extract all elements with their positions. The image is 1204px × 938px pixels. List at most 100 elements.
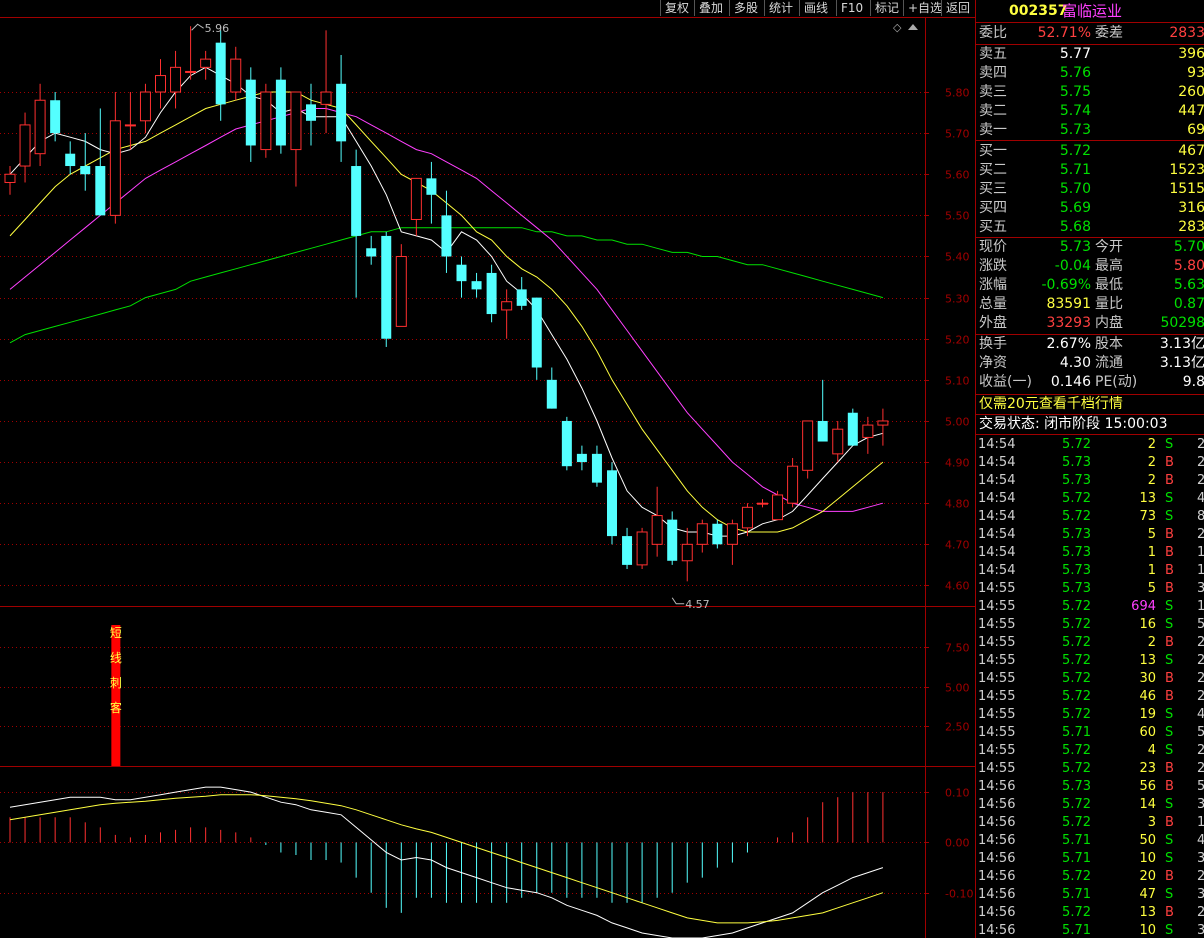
tick-count: 2 <box>1197 634 1204 652</box>
tick-volume: 2 <box>1147 455 1156 470</box>
ask-volume: 447 <box>1178 103 1204 119</box>
tick-side: S <box>1165 725 1174 740</box>
ask-row[interactable]: 卖一 5.73 69 <box>976 121 1204 140</box>
fundamental-value: 3.13亿 <box>1159 355 1204 371</box>
tick-side: S <box>1165 887 1174 902</box>
tick-row: 14:56 5.72 14 S 3 <box>976 796 1204 814</box>
price-tick-label: 5.10 <box>945 375 970 388</box>
tick-volume: 13 <box>1139 653 1156 668</box>
tick-side: S <box>1165 617 1174 632</box>
ask-price: 5.77 <box>1059 46 1091 62</box>
tick-side: S <box>1165 509 1174 524</box>
bid-row[interactable]: 买五 5.68 283 <box>976 218 1204 237</box>
kline-chart[interactable]: 5.80 5.70 5.60 5.50 5.40 5.30 5.20 5.10 5.00 4.90… <box>0 0 975 938</box>
quote-value: -0.69% <box>1041 277 1091 293</box>
tick-side: B <box>1165 545 1174 560</box>
expand-icon[interactable] <box>908 24 918 30</box>
fundamental-label: 股本 <box>1095 336 1123 352</box>
tick-price: 5.71 <box>1062 833 1091 848</box>
candle-body-up <box>395 255 407 327</box>
tick-side: B <box>1165 671 1174 686</box>
weicha-label: 委差 <box>1095 25 1123 41</box>
candle-body-down <box>546 379 557 409</box>
tick-count: 1 <box>1197 562 1204 580</box>
tick-time: 14:55 <box>978 653 1016 668</box>
tick-price: 5.72 <box>1062 599 1091 614</box>
candle-body-up <box>726 523 738 545</box>
quote-label: 最低 <box>1095 277 1123 293</box>
bid-row[interactable]: 买一 5.72 467 <box>976 142 1204 161</box>
ask-row[interactable]: 卖二 5.74 447 <box>976 102 1204 121</box>
tick-row: 14:56 5.73 56 B 5 <box>976 778 1204 796</box>
tick-count: 4 <box>1197 490 1204 508</box>
indicator-tick-label: 7.50 <box>945 642 970 655</box>
candle-body-down <box>471 281 482 290</box>
tick-price: 5.72 <box>1062 617 1091 632</box>
quote-value: -0.04 <box>1054 258 1091 274</box>
tick-side: B <box>1165 869 1174 884</box>
bid-row[interactable]: 买三 5.70 1515 <box>976 180 1204 199</box>
tick-row: 14:545.731B1 <box>976 544 1204 562</box>
tick-count: 1 <box>1197 544 1204 562</box>
candle-body-down <box>336 83 347 142</box>
candle-body-down <box>847 412 858 446</box>
ask-label: 卖二 <box>979 103 1007 119</box>
candle-body-up <box>832 428 844 455</box>
tick-price: 5.72 <box>1062 707 1091 722</box>
fundamental-label: PE(动) <box>1095 374 1138 390</box>
candle-body-up <box>260 91 272 151</box>
candle-body-up <box>802 420 814 471</box>
ask-label: 卖三 <box>979 84 1007 100</box>
indicator-tick-label: 5.00 <box>945 682 970 695</box>
tick-side: B <box>1165 815 1174 830</box>
tick-price: 5.72 <box>1062 743 1091 758</box>
tick-volume: 694 <box>1131 599 1156 614</box>
candle-body-down <box>561 420 572 467</box>
signal-label-char: 线 <box>110 651 122 665</box>
fundamental-value: 2.67% <box>1046 336 1091 352</box>
tick-side: B <box>1165 563 1174 578</box>
tick-side: S <box>1165 437 1174 452</box>
tick-row: 14:54 5.73 5B 2 <box>976 526 1204 544</box>
bid-row[interactable]: 买二 5.71 1523 <box>976 161 1204 180</box>
tick-count: 3 <box>1197 922 1204 938</box>
bid-row[interactable]: 买四 5.69 316 <box>976 199 1204 218</box>
tick-row: 14:56 5.72 3B 1 <box>976 814 1204 832</box>
tick-count: 2 <box>1197 652 1204 670</box>
price-tick-label: 5.30 <box>945 293 970 306</box>
bid-volume: 316 <box>1178 200 1204 216</box>
diamond-icon[interactable]: ◇ <box>893 21 902 34</box>
ma10-line <box>9 91 884 533</box>
stock-name[interactable]: 富临运业 <box>1062 0 1122 22</box>
quote-label: 总量 <box>979 296 1007 312</box>
tick-price: 5.72 <box>1062 869 1091 884</box>
promo-link[interactable]: 仅需20元查看千档行情 <box>979 395 1123 414</box>
tick-side: B <box>1165 905 1174 920</box>
tick-time: 14:56 <box>978 851 1016 866</box>
promo-row[interactable]: 仅需20元查看千档行情 <box>976 395 1204 414</box>
tick-time: 14:56 <box>978 797 1016 812</box>
bid-label: 买三 <box>979 181 1007 197</box>
ask-row[interactable]: 卖三 5.75 260 <box>976 83 1204 102</box>
quote-label: 最高 <box>1095 258 1123 274</box>
tick-price: 5.72 <box>1062 509 1091 524</box>
tick-time: 14:54 <box>978 491 1016 506</box>
candle-body-down <box>426 178 437 195</box>
price-tick-label: 5.50 <box>945 210 970 223</box>
tick-volume: 2 <box>1147 473 1156 488</box>
candle-body-up <box>230 58 242 93</box>
tick-time: 14:56 <box>978 779 1016 794</box>
tick-side: B <box>1165 689 1174 704</box>
tick-row: 14:55 5.73 5B 3 <box>976 580 1204 598</box>
tick-count: 5 <box>1197 616 1204 634</box>
ask-row[interactable]: 卖五 5.77 396 <box>976 45 1204 64</box>
tick-volume: 1 <box>1147 545 1156 560</box>
tick-row: 14:545.722S2 <box>976 436 1204 454</box>
ask-row[interactable]: 卖四 5.76 93 <box>976 64 1204 83</box>
quote-value: 83591 <box>1046 296 1091 312</box>
tick-price: 5.72 <box>1062 689 1091 704</box>
tick-volume: 14 <box>1139 797 1156 812</box>
divider <box>976 434 1204 435</box>
tick-count: 4 <box>1197 832 1204 850</box>
fundamental-row: 换手 2.67% 股本 3.13亿 <box>976 335 1204 354</box>
